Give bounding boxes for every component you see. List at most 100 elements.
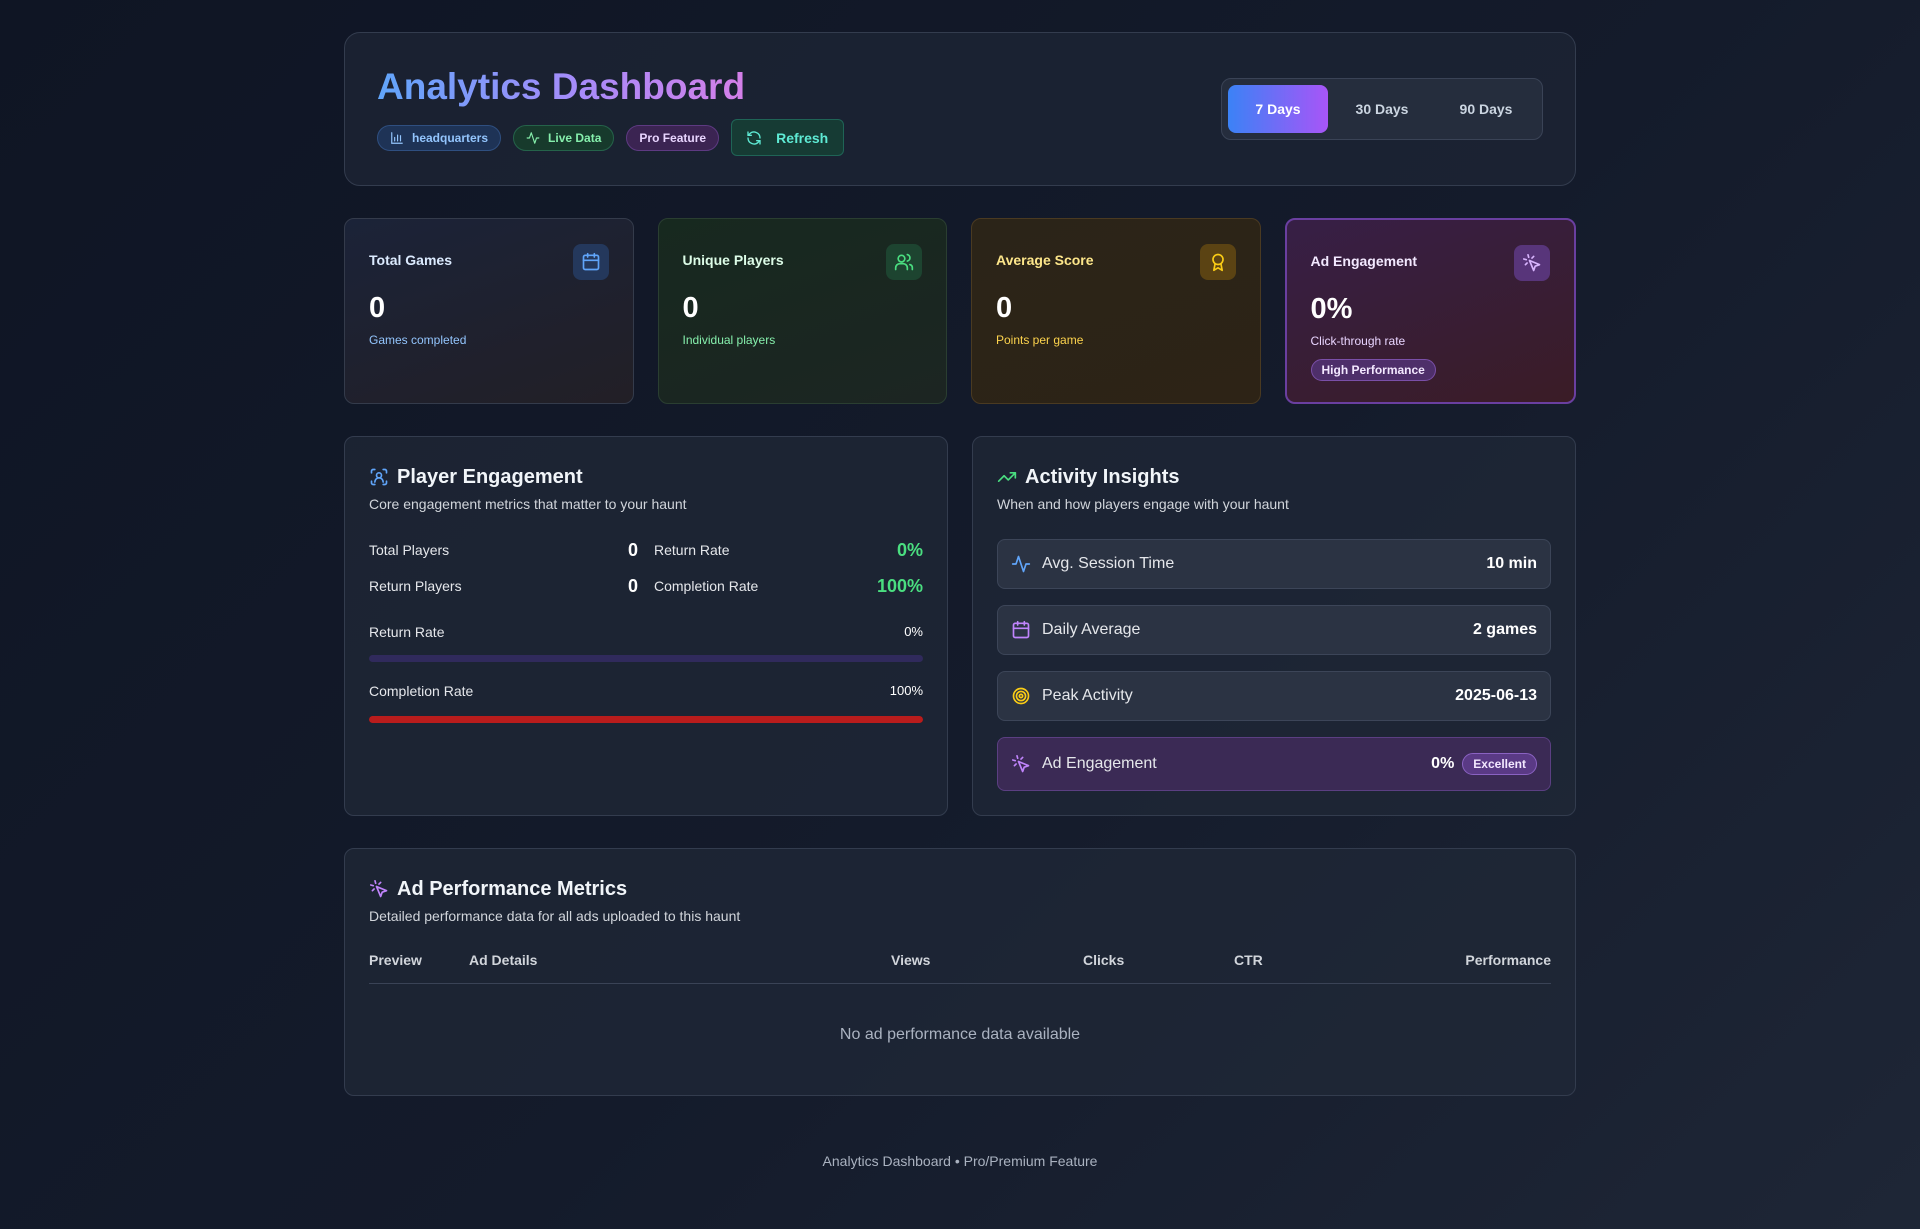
return-rate-bar-label: Return Rate xyxy=(369,624,445,640)
live-data-label: Live Data xyxy=(548,130,602,145)
total-players-label: Total Players xyxy=(369,542,450,558)
average-score-value: 0 xyxy=(996,292,1013,324)
range-90-days[interactable]: 90 Days xyxy=(1436,85,1536,133)
unique-players-sub: Individual players xyxy=(682,333,776,347)
session-time-row: Avg. Session Time 10 min xyxy=(997,539,1551,589)
ad-performance-desc: Detailed performance data for all ads up… xyxy=(369,908,741,924)
daily-average-row: Daily Average 2 games xyxy=(997,605,1551,655)
range-30-days[interactable]: 30 Days xyxy=(1332,85,1432,133)
unique-players-value: 0 xyxy=(682,292,699,324)
pro-feature-badge: Pro Feature xyxy=(626,124,720,151)
ad-table-header: Preview Ad Details Views Clicks CTR Perf… xyxy=(369,951,1551,984)
completion-rate-bar-label: Completion Rate xyxy=(369,683,474,699)
calendar-icon xyxy=(572,244,609,280)
completion-rate-progress-fill xyxy=(369,716,923,723)
ad-performance-heading: Ad Performance Metrics xyxy=(369,877,1551,901)
haunt-badge: headquarters xyxy=(377,124,502,151)
pro-feature-label: Pro Feature xyxy=(639,130,707,145)
dashboard: Analytics Dashboard headquarters Live Da… xyxy=(344,32,1576,1096)
cursor-click-icon xyxy=(1514,245,1550,281)
session-time-value: 10 min xyxy=(1486,555,1537,572)
return-rate-bar-pct: 0% xyxy=(904,624,923,639)
completion-rate-bar-pct: 100% xyxy=(889,683,923,698)
completion-rate-progress xyxy=(369,716,923,723)
peak-activity-label: Peak Activity xyxy=(1042,687,1133,704)
player-engagement-panel: Player Engagement Core engagement metric… xyxy=(344,436,948,816)
activity-insights-heading: Activity Insights xyxy=(997,465,1551,489)
column-performance: Performance xyxy=(1465,952,1551,968)
activity-insights-desc: When and how players engage with your ha… xyxy=(997,496,1289,512)
return-rate-row: Return Rate 0% xyxy=(654,539,923,561)
scan-face-icon xyxy=(370,468,388,486)
unique-players-card: Unique Players 0 Individual players xyxy=(657,218,947,404)
return-rate-label: Return Rate xyxy=(654,542,730,558)
total-games-sub: Games completed xyxy=(369,333,467,347)
ad-performance-title: Ad Performance Metrics xyxy=(397,878,628,900)
footer-text: Analytics Dashboard • Pro/Premium Featur… xyxy=(822,1153,1098,1169)
daily-average-value: 2 games xyxy=(1472,621,1537,638)
player-engagement-heading: Player Engagement xyxy=(369,465,923,489)
average-score-sub: Points per game xyxy=(996,333,1084,347)
ad-engagement-value: 0% xyxy=(1310,293,1353,325)
ad-engagement-row-value: 0% xyxy=(1431,755,1455,772)
column-views: Views xyxy=(891,952,931,968)
daily-average-label: Daily Average xyxy=(1042,621,1141,638)
ad-engagement-row: Ad Engagement 0% Excellent xyxy=(997,737,1551,791)
refresh-button[interactable]: Refresh xyxy=(731,119,845,156)
target-icon xyxy=(1012,687,1030,705)
refresh-icon xyxy=(747,130,761,145)
live-data-badge: Live Data xyxy=(513,124,615,151)
return-players-label: Return Players xyxy=(369,578,462,594)
completion-rate-bar-block: Completion Rate 100% xyxy=(369,682,923,723)
return-rate-bar-block: Return Rate 0% xyxy=(369,623,923,662)
total-games-value: 0 xyxy=(369,292,386,324)
player-engagement-title: Player Engagement xyxy=(397,466,583,488)
return-players-row: Return Players 0 xyxy=(369,575,638,597)
cursor-click-icon xyxy=(1012,755,1030,773)
completion-rate-label: Completion Rate xyxy=(654,578,759,594)
peak-activity-value: 2025-06-13 xyxy=(1455,687,1537,704)
peak-activity-row: Peak Activity 2025-06-13 xyxy=(997,671,1551,721)
activity-insights-panel: Activity Insights When and how players e… xyxy=(972,436,1576,816)
player-engagement-desc: Core engagement metrics that matter to y… xyxy=(369,496,687,512)
haunt-badge-label: headquarters xyxy=(412,130,489,145)
trending-up-icon xyxy=(997,472,1017,482)
page-title: Analytics Dashboard xyxy=(377,66,746,107)
ad-performance-panel: Ad Performance Metrics Detailed performa… xyxy=(344,848,1576,1096)
total-games-card: Total Games 0 Games completed xyxy=(344,218,634,404)
completion-rate-row: Completion Rate 100% xyxy=(654,575,923,597)
session-time-label: Avg. Session Time xyxy=(1042,555,1175,572)
total-players-row: Total Players 0 xyxy=(369,539,638,561)
column-ad-details: Ad Details xyxy=(469,952,538,968)
column-ctr: CTR xyxy=(1234,952,1263,968)
activity-icon xyxy=(1011,555,1031,573)
return-rate-progress xyxy=(369,655,923,662)
column-preview: Preview xyxy=(369,952,422,968)
average-score-card: Average Score 0 Points per game xyxy=(971,218,1261,404)
activity-icon xyxy=(526,131,540,144)
ad-engagement-card: Ad Engagement 0% Click-through rate High… xyxy=(1284,218,1576,404)
return-players-value: 0 xyxy=(627,575,638,596)
high-performance-badge: High Performance xyxy=(1310,359,1436,381)
activity-insights-title: Activity Insights xyxy=(1025,466,1180,488)
range-7-days[interactable]: 7 Days xyxy=(1228,85,1328,133)
ad-engagement-sub: Click-through rate xyxy=(1310,334,1406,348)
engagement-metrics: Total Players 0 Return Rate 0% Return Pl… xyxy=(369,539,923,597)
return-rate-value: 0% xyxy=(896,539,923,560)
excellent-badge: Excellent xyxy=(1462,753,1537,775)
empty-state-message: No ad performance data available xyxy=(839,1026,1081,1043)
calendar-icon xyxy=(1012,620,1030,639)
date-range-selector: 7 Days 30 Days 90 Days xyxy=(1221,78,1543,140)
users-icon xyxy=(886,244,922,280)
award-icon xyxy=(1199,244,1236,280)
completion-rate-value: 100% xyxy=(876,575,923,596)
refresh-label: Refresh xyxy=(776,129,829,146)
stat-cards: Total Games 0 Games completed Unique Pla… xyxy=(344,218,1576,404)
column-clicks: Clicks xyxy=(1083,952,1125,968)
ad-engagement-row-label: Ad Engagement xyxy=(1042,755,1157,772)
cursor-click-icon xyxy=(370,880,388,898)
total-players-value: 0 xyxy=(627,539,638,560)
bar-chart-icon xyxy=(391,131,403,144)
panels-row: Player Engagement Core engagement metric… xyxy=(344,436,1576,816)
header-card: Analytics Dashboard headquarters Live Da… xyxy=(344,32,1576,186)
